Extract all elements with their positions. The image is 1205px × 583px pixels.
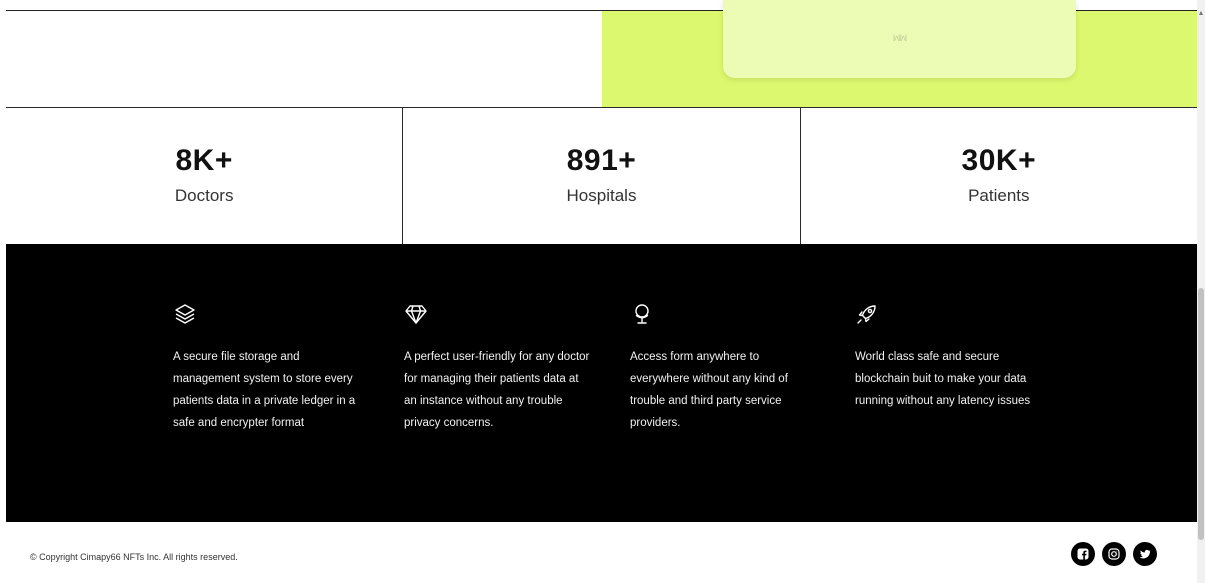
facebook-icon: [1077, 548, 1089, 560]
globe-stand-icon: [635, 304, 649, 324]
page-scrollbar[interactable]: ▲: [1197, 0, 1205, 583]
stat-label: Doctors: [174, 186, 234, 205]
feature-user-friendly: A perfect user-friendly for any doctor f…: [404, 302, 594, 434]
instagram-button[interactable]: [1102, 542, 1126, 566]
feature-text: Access form anywhere to everywhere witho…: [630, 351, 788, 429]
footer: © Copyright Cimapy66 NFTs Inc. All right…: [0, 522, 1197, 583]
scroll-thumb[interactable]: [1198, 288, 1204, 540]
stat-hospitals: 891+ Hospitals: [402, 108, 799, 245]
card-logo: ꟽꟽ: [892, 32, 907, 43]
preview-card: ꟽꟽ: [723, 0, 1076, 78]
top-band: ꟽꟽ: [0, 0, 1197, 108]
copyright-text: © Copyright Cimapy66 NFTs Inc. All right…: [30, 552, 238, 562]
instagram-icon: [1108, 548, 1120, 560]
stat-label: Patients: [968, 186, 1030, 205]
diamond-icon: [405, 305, 427, 324]
social-links: [1071, 542, 1157, 566]
stat-doctors: 8K+ Doctors: [6, 108, 402, 245]
stat-value: 8K+: [175, 144, 233, 177]
feature-blockchain: World class safe and secure blockchain b…: [855, 302, 1045, 412]
layers-icon: [175, 304, 195, 324]
scroll-up-arrow[interactable]: ▲: [1197, 10, 1205, 18]
stat-label: Hospitals: [566, 186, 637, 205]
top-left-panel: [6, 10, 602, 108]
stat-patients: 30K+ Patients: [799, 108, 1197, 245]
features-section: A secure file storage and management sys…: [6, 244, 1197, 522]
rocket-icon: [857, 305, 876, 324]
feature-text: A perfect user-friendly for any doctor f…: [404, 351, 590, 429]
twitter-button[interactable]: [1133, 542, 1157, 566]
feature-storage: A secure file storage and management sys…: [173, 302, 363, 434]
twitter-icon: [1139, 549, 1151, 559]
stat-value: 30K+: [961, 144, 1037, 177]
stat-value: 891+: [566, 144, 637, 177]
feature-access: Access form anywhere to everywhere witho…: [630, 302, 820, 434]
stats-section: 8K+ Doctors 891+ Hospitals 30K+ Patients: [6, 107, 1197, 245]
facebook-button[interactable]: [1071, 542, 1095, 566]
feature-text: A secure file storage and management sys…: [173, 351, 356, 429]
feature-text: World class safe and secure blockchain b…: [855, 351, 1031, 407]
